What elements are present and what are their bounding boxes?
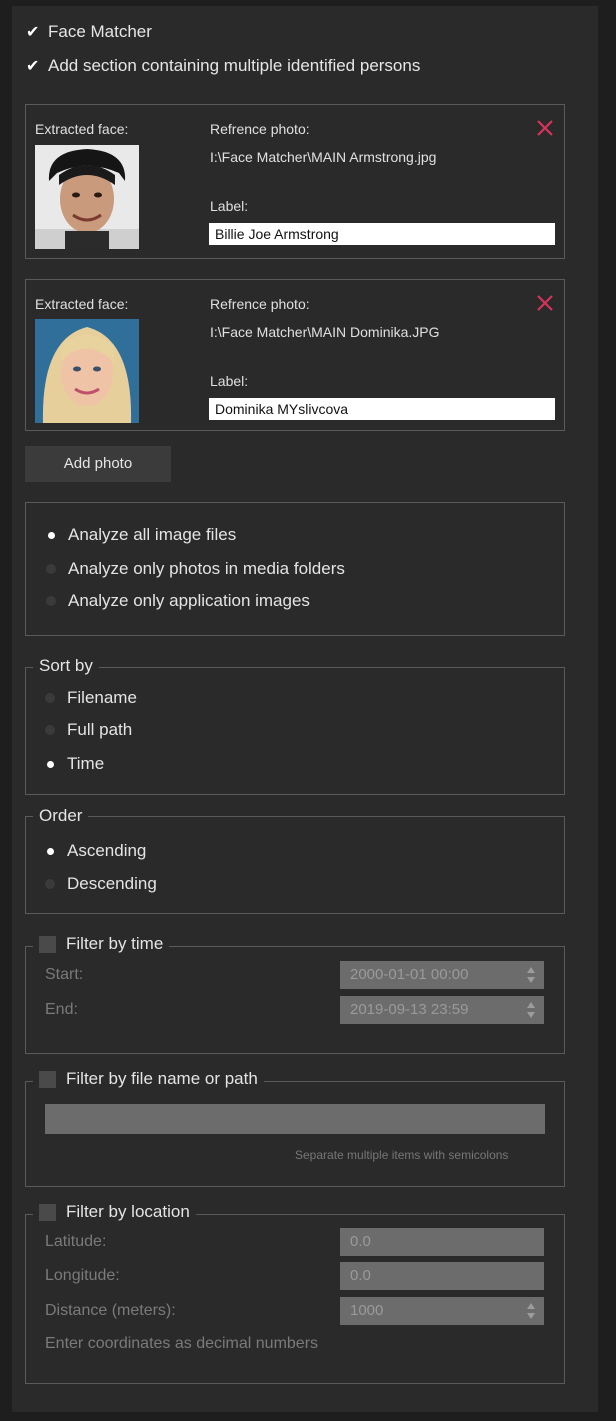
- face-matcher-label: Face Matcher: [48, 22, 152, 41]
- radio-unselected-icon: [45, 725, 55, 735]
- end-datetime-value: 2019-09-13 23:59: [350, 1001, 469, 1018]
- radio-analyze-all[interactable]: Analyze all image files: [46, 525, 236, 545]
- label-input[interactable]: Billie Joe Armstrong: [209, 223, 555, 245]
- filter-time-title[interactable]: Filter by time: [33, 934, 170, 954]
- add-photo-button[interactable]: Add photo: [25, 446, 171, 482]
- extracted-face-label: Extracted face:: [35, 296, 129, 312]
- start-datetime-value: 2000-01-01 00:00: [350, 966, 469, 983]
- order-group: [25, 816, 565, 914]
- start-datetime-input[interactable]: 2000-01-01 00:00: [340, 961, 544, 989]
- reference-photo-path: I:\Face Matcher\MAIN Dominika.JPG: [210, 324, 440, 340]
- radio-unselected-icon: [46, 564, 56, 574]
- radio-label: Analyze only photos in media folders: [68, 559, 345, 578]
- checkmark-icon: ✔: [26, 58, 40, 75]
- latitude-label: Latitude:: [45, 1233, 107, 1250]
- face-matcher-checkbox[interactable]: ✔ Face Matcher: [26, 22, 152, 42]
- radio-unselected-icon: [45, 693, 55, 703]
- remove-face-icon[interactable]: [536, 294, 554, 312]
- radio-sort-time[interactable]: Time: [45, 754, 104, 774]
- radio-label: Analyze all image files: [68, 525, 237, 544]
- filter-location-checkbox[interactable]: [39, 1204, 56, 1222]
- filter-name-title[interactable]: Filter by file name or path: [33, 1069, 264, 1089]
- radio-unselected-icon: [45, 879, 55, 889]
- longitude-label: Longitude:: [45, 1267, 120, 1284]
- distance-value: 1000: [350, 1302, 384, 1319]
- radio-label: Time: [67, 754, 105, 773]
- filter-location-label: Filter by location: [66, 1202, 190, 1221]
- location-hint: Enter coordinates as decimal numbers: [45, 1335, 319, 1352]
- spinner-arrows-icon[interactable]: [526, 965, 536, 985]
- radio-label: Descending: [67, 874, 157, 893]
- order-title: Order: [33, 806, 89, 826]
- radio-label: Analyze only application images: [68, 591, 310, 610]
- extracted-face-label: Extracted face:: [35, 121, 129, 137]
- start-label: Start:: [45, 966, 84, 983]
- latitude-input[interactable]: 0.0: [340, 1228, 544, 1256]
- radio-unselected-icon: [46, 596, 56, 606]
- radio-selected-icon: [48, 531, 55, 539]
- label-caption: Label:: [210, 198, 249, 214]
- radio-selected-icon: [47, 760, 54, 768]
- spinner-arrows-icon[interactable]: [526, 1000, 536, 1020]
- radio-order-ascending[interactable]: Ascending: [45, 841, 146, 861]
- analyze-options-group: Analyze all image files Analyze only pho…: [25, 502, 565, 636]
- extracted-face-image: [35, 145, 139, 249]
- face-card: Extracted face: Refrence photo: I:\Face …: [25, 104, 565, 259]
- reference-photo-label: Refrence photo:: [210, 296, 310, 312]
- filter-time-label: Filter by time: [66, 934, 164, 953]
- longitude-input[interactable]: 0.0: [340, 1262, 544, 1290]
- checkmark-icon: ✔: [26, 24, 40, 41]
- remove-face-icon[interactable]: [536, 119, 554, 137]
- distance-label: Distance (meters):: [45, 1302, 176, 1319]
- radio-label: Full path: [67, 720, 133, 739]
- face-matcher-panel: ✔ Face Matcher ✔ Add section containing …: [12, 6, 598, 1412]
- filter-location-title[interactable]: Filter by location: [33, 1202, 196, 1222]
- multiple-persons-label: Add section containing multiple identifi…: [48, 56, 421, 75]
- end-label: End:: [45, 1001, 78, 1018]
- label-input[interactable]: Dominika MYslivcova: [209, 398, 555, 420]
- radio-analyze-media[interactable]: Analyze only photos in media folders: [46, 559, 345, 579]
- filter-name-label: Filter by file name or path: [66, 1069, 258, 1088]
- radio-analyze-app[interactable]: Analyze only application images: [46, 591, 310, 611]
- label-caption: Label:: [210, 373, 249, 389]
- reference-photo-label: Refrence photo:: [210, 121, 310, 137]
- radio-selected-icon: [47, 847, 54, 855]
- distance-input[interactable]: 1000: [340, 1297, 544, 1325]
- filter-name-checkbox[interactable]: [39, 1071, 56, 1089]
- radio-sort-filename[interactable]: Filename: [45, 688, 137, 708]
- reference-photo-path: I:\Face Matcher\MAIN Armstrong.jpg: [210, 149, 437, 165]
- end-datetime-input[interactable]: 2019-09-13 23:59: [340, 996, 544, 1024]
- radio-order-descending[interactable]: Descending: [45, 874, 157, 894]
- radio-sort-fullpath[interactable]: Full path: [45, 720, 132, 740]
- multiple-persons-checkbox[interactable]: ✔ Add section containing multiple identi…: [26, 56, 420, 76]
- filter-name-hint: Separate multiple items with semicolons: [295, 1148, 509, 1162]
- filter-name-group: [25, 1081, 565, 1187]
- face-card: Extracted face: Refrence photo: I:\Face …: [25, 279, 565, 431]
- filter-time-checkbox[interactable]: [39, 936, 56, 954]
- radio-label: Filename: [67, 688, 137, 707]
- extracted-face-image: [35, 319, 139, 423]
- spinner-arrows-icon[interactable]: [526, 1301, 536, 1321]
- sort-by-title: Sort by: [33, 656, 99, 676]
- filter-name-input[interactable]: [45, 1104, 545, 1134]
- radio-label: Ascending: [67, 841, 147, 860]
